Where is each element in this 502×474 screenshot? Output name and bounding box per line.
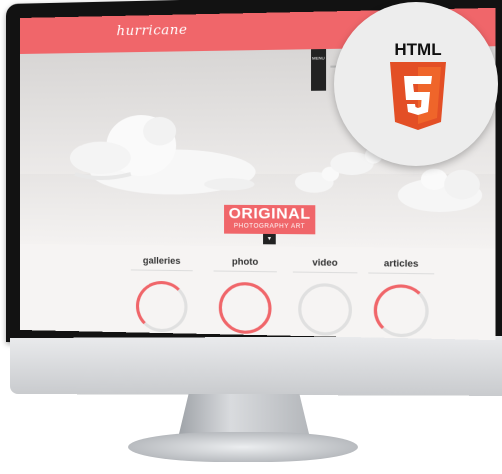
site-logo[interactable]: hurricane	[117, 23, 188, 40]
chevron-down-icon[interactable]: ▾	[263, 233, 276, 245]
section-label: articles	[383, 257, 419, 269]
html5-badge-text: HTML	[394, 40, 442, 59]
section-ring	[298, 282, 353, 337]
hero-badge: ORIGINAL PHOTOGRAPHY ART	[224, 204, 316, 235]
hero-badge-subtitle: PHOTOGRAPHY ART	[233, 223, 306, 231]
section-video[interactable]: video	[282, 257, 368, 337]
html5-shield-icon	[390, 62, 446, 130]
divider	[292, 271, 358, 274]
section-label: galleries	[142, 255, 181, 266]
section-galleries[interactable]: galleries	[121, 255, 204, 333]
nav-menu-label: MENU	[312, 55, 325, 61]
section-articles[interactable]: articles	[357, 258, 445, 338]
monitor-stand-base	[128, 432, 358, 462]
section-ring	[135, 280, 188, 333]
sections-row: galleries photo video articles	[20, 254, 496, 340]
divider	[130, 269, 193, 272]
monitor-chin	[10, 336, 502, 396]
nav-menu-button[interactable]: MENU	[311, 48, 327, 91]
hero-badge-title: ORIGINAL	[228, 204, 311, 223]
product-mockup: hurricane MENU ORIGINAL PHOTOGRAPHY ART …	[0, 0, 502, 474]
divider	[368, 272, 435, 275]
section-ring	[373, 284, 429, 338]
section-photo[interactable]: photo	[203, 256, 287, 335]
divider	[213, 270, 277, 273]
section-ring	[218, 281, 272, 335]
section-label: video	[312, 257, 338, 268]
section-label: photo	[231, 256, 259, 267]
